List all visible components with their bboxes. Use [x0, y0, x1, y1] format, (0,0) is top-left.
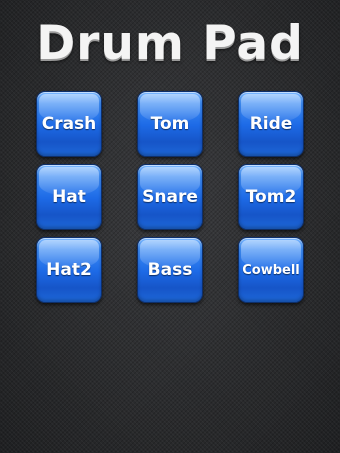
pad-label: Crash: [41, 114, 97, 134]
pad-label: Cowbell: [242, 262, 300, 278]
drum-pad-app: Drum Pad Crash Tom Ride Hat Snare Tom2 H…: [0, 0, 340, 453]
pad-label: Bass: [147, 260, 193, 280]
pad-label: Snare: [142, 187, 198, 207]
app-title: Drum Pad: [36, 16, 304, 71]
pad-crash[interactable]: Crash: [36, 91, 102, 157]
pad-bass[interactable]: Bass: [137, 237, 203, 303]
pad-label: Tom: [150, 114, 190, 134]
pad-tom2[interactable]: Tom2: [238, 164, 304, 230]
pad-ride[interactable]: Ride: [238, 91, 304, 157]
pad-label: Tom2: [245, 187, 297, 207]
pad-hat[interactable]: Hat: [36, 164, 102, 230]
pad-cowbell[interactable]: Cowbell: [238, 237, 304, 303]
pad-tom[interactable]: Tom: [137, 91, 203, 157]
pad-label: Ride: [249, 114, 293, 134]
pad-label: Hat: [52, 187, 86, 207]
pad-label: Hat2: [46, 260, 92, 280]
pad-snare[interactable]: Snare: [137, 164, 203, 230]
pad-hat2[interactable]: Hat2: [36, 237, 102, 303]
